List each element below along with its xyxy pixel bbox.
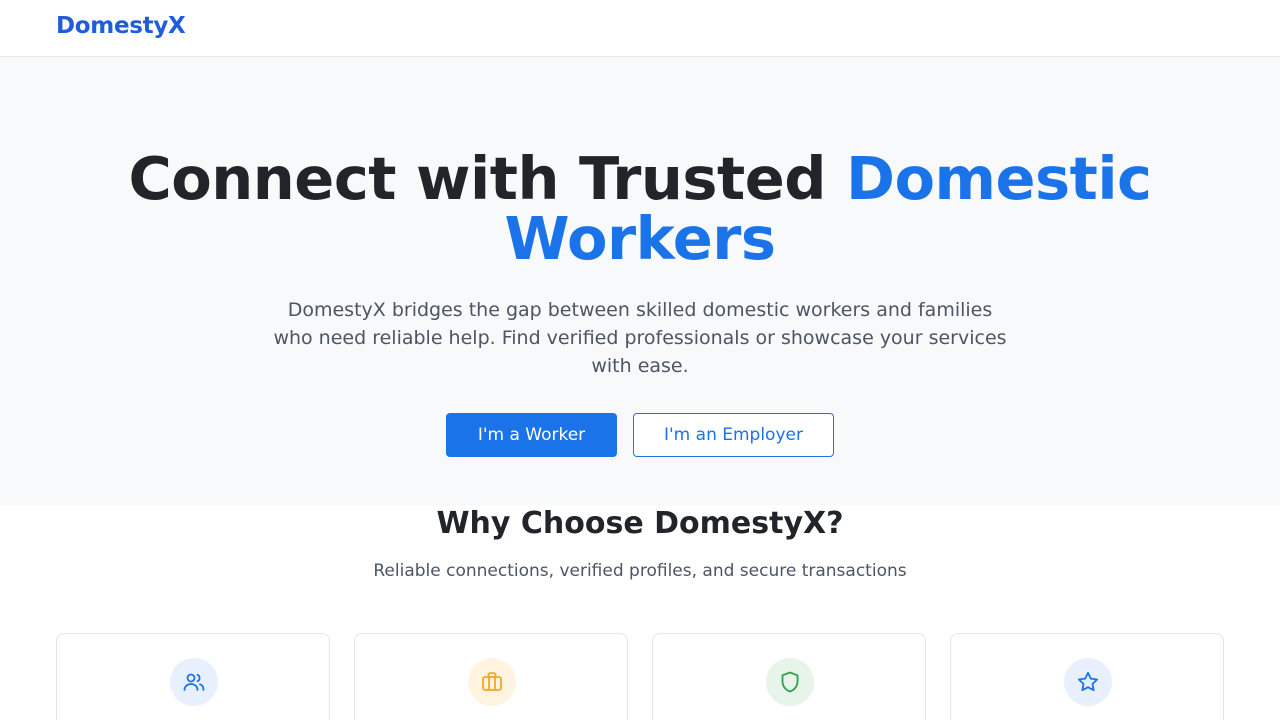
- navbar: DomestyX: [0, 0, 1280, 57]
- features-subtitle: Reliable connections, verified profiles,…: [373, 561, 907, 581]
- brand-logo[interactable]: DomestyX: [56, 13, 186, 39]
- users-icon: [170, 658, 218, 706]
- hero-title-accent-2: Workers: [504, 204, 777, 273]
- hero-description: DomestyX bridges the gap between skilled…: [273, 299, 1007, 377]
- shield-icon: [766, 658, 814, 706]
- hero-section: Connect with Trusted Domestic Workers Dom…: [0, 57, 1280, 505]
- feature-card-shield: [652, 633, 926, 720]
- features-title: Why Choose DomestyX?: [436, 506, 844, 541]
- feature-card-users: [56, 633, 330, 720]
- briefcase-icon: [468, 658, 516, 706]
- star-icon: [1064, 658, 1112, 706]
- employer-button[interactable]: I'm an Employer: [633, 413, 834, 457]
- feature-card-star: [950, 633, 1224, 720]
- hero-title: Connect with Trusted Domestic Workers: [0, 149, 1280, 269]
- feature-card-briefcase: [354, 633, 628, 720]
- hero-title-main: Connect with Trusted: [128, 144, 846, 213]
- worker-button[interactable]: I'm a Worker: [446, 413, 617, 457]
- hero-title-accent: Domestic: [846, 144, 1152, 213]
